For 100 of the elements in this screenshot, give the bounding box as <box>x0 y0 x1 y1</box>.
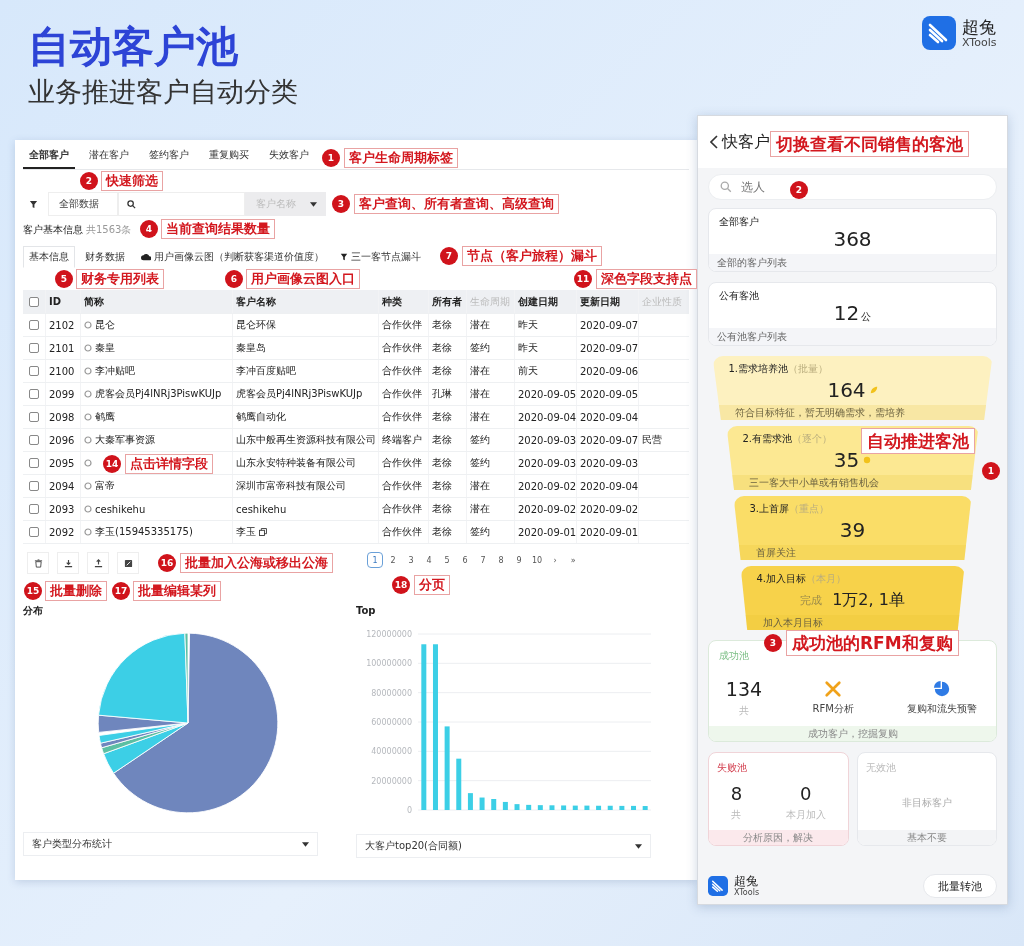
table-cell: 鹌鹰自动化 <box>236 410 286 424</box>
table-cell: 合作伙伴 <box>378 406 428 428</box>
table-cell[interactable]: 大秦军事资源 <box>95 433 155 447</box>
callout-tooltip: 点击详情字段 <box>125 454 213 474</box>
back-icon[interactable] <box>710 135 718 149</box>
tab[interactable]: 失效客户 <box>263 144 315 169</box>
table-cell: 虎客会员Pj4lNRj3PiswKUJp <box>236 387 363 401</box>
axis-label: 100000000 <box>366 659 412 669</box>
checkbox[interactable] <box>29 343 39 353</box>
download-button[interactable] <box>57 552 79 574</box>
stage-name: 3.上首屏 <box>749 503 790 515</box>
callout-tooltip: 切换查看不同销售的客池 <box>770 131 969 157</box>
brand-name: 超兔 <box>734 875 758 888</box>
page-button[interactable]: 9 <box>511 552 527 568</box>
column-header[interactable]: 简称 <box>80 290 232 313</box>
axis-label: 120000000 <box>366 630 412 639</box>
page-button[interactable]: » <box>565 552 582 568</box>
table-cell[interactable]: 虎客会员Pj4lNRj3PiswKUJp <box>95 387 222 401</box>
table-cell: 孔琳 <box>428 383 466 405</box>
column-header[interactable]: 种类 <box>378 290 428 313</box>
page-button[interactable]: 2 <box>385 552 401 568</box>
page-button[interactable]: 10 <box>529 552 546 568</box>
checkbox[interactable] <box>29 296 39 307</box>
tool-label[interactable]: RFM分析 <box>812 701 854 716</box>
checkbox[interactable] <box>29 481 39 491</box>
table-cell[interactable]: 秦皇 <box>95 341 115 355</box>
checkbox[interactable] <box>29 412 39 422</box>
checkbox[interactable] <box>29 504 39 514</box>
pool-card[interactable]: 公有客池 12 公 公有池客户列表 <box>708 282 997 346</box>
column-header[interactable]: 创建日期 <box>514 290 576 313</box>
circle-icon <box>84 436 92 444</box>
page-button[interactable]: 7 <box>475 552 491 568</box>
view-tab[interactable]: 用户画像云图（判断获客渠道价值度） <box>135 246 330 268</box>
scope-select[interactable]: 全部数据 <box>48 192 118 216</box>
pool-note: 非目标客户 <box>901 795 952 810</box>
checkbox[interactable] <box>29 527 39 537</box>
tool-label[interactable]: 复购和流失预警 <box>906 701 977 716</box>
search-field[interactable] <box>118 192 245 216</box>
bar <box>526 804 532 810</box>
filter-icon[interactable] <box>29 199 38 209</box>
page-button[interactable]: 1 <box>367 552 383 568</box>
column-header[interactable]: 所有者 <box>428 290 466 313</box>
table-cell[interactable]: 富帝 <box>95 479 115 493</box>
tab[interactable]: 签约客户 <box>143 144 195 169</box>
copy-icon[interactable] <box>259 528 267 536</box>
tab[interactable]: 潜在客户 <box>83 144 135 169</box>
batch-move-button[interactable]: 批量转池 <box>923 874 997 898</box>
tab[interactable]: 全部客户 <box>23 144 75 169</box>
view-tab[interactable]: 基本信息 <box>23 246 75 268</box>
callout-tooltip: 客户生命周期标签 <box>344 148 458 168</box>
callout-tooltip: 分页 <box>414 575 450 595</box>
table-cell[interactable]: ceshikehu <box>95 503 146 515</box>
delete-button[interactable] <box>27 552 49 574</box>
stage-count: 39 <box>839 518 866 542</box>
axis-label: 60000000 <box>371 718 412 727</box>
view-tab[interactable]: 三一客节点漏斗 <box>334 246 427 268</box>
table-cell: 2020-09-02 <box>514 498 576 520</box>
page-button[interactable]: 3 <box>403 552 419 568</box>
table-cell: 2020-09-01 <box>576 521 638 543</box>
checkbox[interactable] <box>29 366 39 376</box>
column-header[interactable]: 客户名称 <box>232 290 378 313</box>
pool-card[interactable]: 全部客户 368 全部的客户列表 <box>708 208 997 272</box>
edit-icon <box>123 558 133 568</box>
table-cell[interactable]: 李玉(15945335175) <box>95 525 193 539</box>
axis-label: 80000000 <box>371 688 412 698</box>
circle-icon <box>84 321 92 329</box>
search-icon <box>720 181 732 193</box>
page-button[interactable]: › <box>547 552 564 568</box>
page-button[interactable]: 4 <box>421 552 437 568</box>
table-cell[interactable]: 鹌鹰 <box>95 410 115 424</box>
pool-description: 成功客户，挖掘复购 <box>709 726 996 741</box>
table-cell: 2094 <box>45 475 80 497</box>
checkbox[interactable] <box>29 320 39 330</box>
column-header[interactable]: ID <box>45 290 80 313</box>
callout-tooltip: 深色字段支持点 <box>596 269 697 289</box>
page-button[interactable]: 8 <box>493 552 509 568</box>
column-header[interactable]: 更新日期 <box>576 290 638 313</box>
callout-tooltip: 自动推进客池 <box>861 428 975 454</box>
table-cell[interactable]: 昆仑 <box>95 318 115 332</box>
checkbox[interactable] <box>29 389 39 399</box>
pool-description: 全部的客户列表 <box>709 254 996 271</box>
page-button[interactable]: 5 <box>439 552 455 568</box>
bar <box>572 805 578 810</box>
tab[interactable]: 重复购买 <box>203 144 255 169</box>
failed-pool-card[interactable]: 失败池 8 共 0 本月加入 分析原因，解决 <box>708 752 849 846</box>
callout-tooltip: 快速筛选 <box>101 171 163 191</box>
table-cell: 潜在 <box>466 406 514 428</box>
checkbox[interactable] <box>29 435 39 445</box>
chart-select[interactable]: 客户类型分布统计 <box>23 832 318 856</box>
checkbox[interactable] <box>29 458 39 468</box>
circle-icon <box>84 505 92 513</box>
table-cell[interactable]: 李冲贴吧 <box>95 364 135 378</box>
table-cell: 2102 <box>45 314 80 336</box>
table-cell: 2020-09-06 <box>576 360 638 382</box>
page-button[interactable]: 6 <box>457 552 473 568</box>
upload-button[interactable] <box>87 552 109 574</box>
pie-chart-icon[interactable] <box>932 679 951 698</box>
chart-select[interactable]: 大客户top20(合同额) <box>356 834 651 858</box>
view-tab[interactable]: 财务数据 <box>79 246 131 268</box>
edit-button[interactable] <box>117 552 139 574</box>
